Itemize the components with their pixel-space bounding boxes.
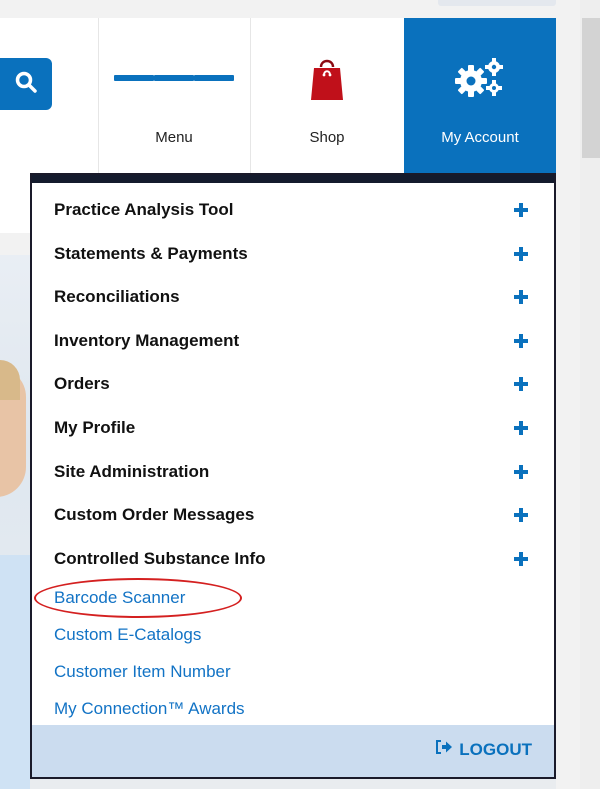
dropdown-top-border bbox=[32, 175, 554, 183]
menu-section-label: Inventory Management bbox=[54, 330, 240, 350]
expand-plus-icon[interactable] bbox=[514, 246, 528, 261]
hamburger-icon bbox=[114, 55, 234, 101]
menu-section-my-profile[interactable]: My Profile bbox=[32, 413, 554, 457]
nav-menu-label: Menu bbox=[155, 129, 193, 146]
menu-section-custom-order-messages[interactable]: Custom Order Messages bbox=[32, 500, 554, 544]
menu-section-label: Controlled Substance Info bbox=[54, 548, 266, 568]
expand-plus-icon[interactable] bbox=[514, 420, 528, 435]
hero-photo bbox=[0, 255, 30, 789]
menu-section-site-administration[interactable]: Site Administration bbox=[32, 457, 554, 501]
menu-section-label: Custom Order Messages bbox=[54, 505, 255, 525]
link-customer-item-number[interactable]: Customer Item Number bbox=[32, 658, 554, 695]
menu-section-label: Practice Analysis Tool bbox=[54, 200, 234, 219]
link-label: My Connection™ Awards bbox=[54, 699, 245, 718]
link-barcode-scanner[interactable]: Barcode Scanner bbox=[32, 584, 554, 621]
menu-section-label: Statements & Payments bbox=[54, 243, 248, 263]
menu-section-label: Reconciliations bbox=[54, 287, 180, 307]
logout-label: LOGOUT bbox=[459, 739, 532, 759]
expand-plus-icon[interactable] bbox=[514, 290, 528, 305]
nav-shop-label: Shop bbox=[309, 129, 345, 146]
expand-plus-icon[interactable] bbox=[514, 333, 528, 348]
gears-icon bbox=[452, 55, 508, 101]
page-background bbox=[0, 173, 30, 233]
nav-my-account-button[interactable]: My Account bbox=[404, 18, 556, 173]
expand-plus-icon[interactable] bbox=[514, 551, 528, 566]
link-custom-e-catalogs[interactable]: Custom E-Catalogs bbox=[32, 621, 554, 658]
menu-section-practice-analysis-tool[interactable]: Practice Analysis Tool bbox=[32, 195, 554, 239]
menu-section-label: Orders bbox=[54, 374, 110, 394]
logout-bar: LOGOUT bbox=[32, 725, 554, 777]
account-dropdown-menu: Practice Analysis Tool Statements & Paym… bbox=[30, 173, 556, 779]
search-button[interactable] bbox=[0, 58, 52, 110]
logout-button[interactable]: LOGOUT bbox=[435, 739, 532, 760]
shopping-bag-icon bbox=[310, 55, 344, 101]
sign-out-icon bbox=[435, 739, 453, 760]
link-label: Custom E-Catalogs bbox=[54, 625, 202, 644]
nav-menu-button[interactable]: Menu bbox=[98, 18, 250, 173]
nav-shop-button[interactable]: Shop bbox=[251, 18, 403, 173]
menu-section-label: Site Administration bbox=[54, 461, 210, 481]
menu-section-label: My Profile bbox=[54, 417, 136, 437]
link-label: Barcode Scanner bbox=[54, 588, 186, 607]
menu-section-orders[interactable]: Orders bbox=[32, 369, 554, 413]
menu-section-inventory-management[interactable]: Inventory Management bbox=[32, 326, 554, 370]
expand-plus-icon[interactable] bbox=[514, 377, 528, 392]
account-links-list: Barcode Scanner Custom E-Catalogs Custom… bbox=[32, 584, 554, 732]
expand-plus-icon[interactable] bbox=[514, 203, 528, 217]
account-sections-list: Practice Analysis Tool Statements & Paym… bbox=[32, 195, 554, 587]
top-tab bbox=[438, 0, 556, 6]
page-background bbox=[30, 779, 556, 789]
menu-section-controlled-substance-info[interactable]: Controlled Substance Info bbox=[32, 544, 554, 588]
search-icon bbox=[14, 70, 38, 99]
expand-plus-icon[interactable] bbox=[514, 508, 528, 523]
link-label: Customer Item Number bbox=[54, 662, 231, 681]
expand-plus-icon[interactable] bbox=[514, 464, 528, 479]
menu-section-reconciliations[interactable]: Reconciliations bbox=[32, 282, 554, 326]
scrollbar-thumb[interactable] bbox=[582, 18, 600, 158]
nav-my-account-label: My Account bbox=[441, 129, 519, 146]
menu-section-statements-payments[interactable]: Statements & Payments bbox=[32, 239, 554, 283]
